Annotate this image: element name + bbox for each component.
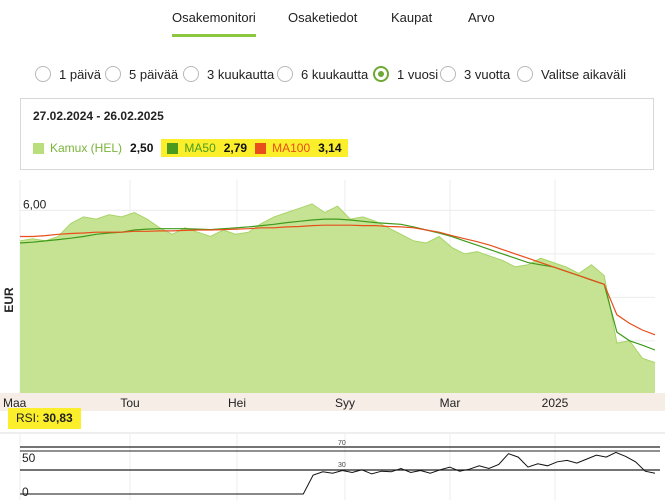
radio-button[interactable] <box>35 66 51 82</box>
x-tick-label: 2025 <box>542 396 569 410</box>
period-3-years[interactable]: 3 vuotta <box>440 66 510 82</box>
rsi-tick-label: 0 <box>22 485 29 499</box>
price-chart[interactable]: 2,003,004,005,006,00EURMaaTouHeiSyyMar20… <box>0 175 665 411</box>
radio-button[interactable] <box>277 66 293 82</box>
period-label: 6 kuukautta <box>301 66 369 82</box>
x-tick-label: Syy <box>335 396 355 410</box>
x-tick-label: Hei <box>228 396 246 410</box>
highlighted-ma-values: MA50 2,79 MA100 3,14 <box>161 139 348 157</box>
legend-swatch-ma100 <box>255 142 267 154</box>
period-label: 3 vuotta <box>464 66 511 82</box>
legend-label-ma100[interactable]: MA100 <box>272 141 310 155</box>
radio-button[interactable] <box>105 66 121 82</box>
tab-osakemonitori[interactable]: Osakemonitori <box>172 10 256 37</box>
chart-info-box: 27.02.2024 - 26.02.2025 Kamux (HEL) 2,50… <box>20 98 654 170</box>
legend-value-ma100: 3,14 <box>318 141 342 155</box>
y-axis-title: EUR <box>2 287 16 313</box>
period-6-months[interactable]: 6 kuukautta <box>277 66 368 82</box>
period-3-months[interactable]: 3 kuukautta <box>183 66 274 82</box>
x-tick-label: Tou <box>120 396 139 410</box>
period-label: 3 kuukautta <box>207 66 275 82</box>
period-label: 1 päivä <box>59 66 101 82</box>
x-tick-label: Mar <box>440 396 461 410</box>
y-tick-label: 6,00 <box>23 197 47 211</box>
tab-kaupat[interactable]: Kaupat <box>391 10 432 25</box>
legend-label-ma50[interactable]: MA50 <box>184 141 215 155</box>
rsi-chart[interactable]: 50 0 70 30 <box>0 420 665 500</box>
date-range: 27.02.2024 - 26.02.2025 <box>33 109 164 123</box>
radio-button[interactable] <box>183 66 199 82</box>
radio-button[interactable] <box>440 66 456 82</box>
period-custom[interactable]: Valitse aikaväli <box>517 66 626 82</box>
period-5-days[interactable]: 5 päivää <box>105 66 178 82</box>
rsi-tick-label: 50 <box>22 451 36 465</box>
legend-swatch-ma50 <box>167 142 179 154</box>
tab-arvo[interactable]: Arvo <box>468 10 495 25</box>
chart-legend: Kamux (HEL) 2,50 MA50 2,79 MA100 3,14 <box>33 139 348 157</box>
period-1-day[interactable]: 1 päivä <box>35 66 101 82</box>
period-label: 1 vuosi <box>397 66 439 82</box>
rsi-level-label: 70 <box>338 440 346 447</box>
period-label: 5 päivää <box>129 66 179 82</box>
rsi-line <box>20 451 656 495</box>
radio-button-selected[interactable] <box>373 66 389 82</box>
legend-label-kamux[interactable]: Kamux (HEL) <box>50 141 122 155</box>
radio-button[interactable] <box>517 66 533 82</box>
legend-swatch-kamux <box>33 142 44 154</box>
legend-value-kamux: 2,50 <box>130 141 154 155</box>
tab-osaketiedot[interactable]: Osaketiedot <box>288 10 357 25</box>
period-label: Valitse aikaväli <box>541 66 627 82</box>
rsi-level-label: 30 <box>338 462 346 469</box>
tab-bar: Osakemonitori Osaketiedot Kaupat Arvo <box>0 0 665 40</box>
legend-value-ma50: 2,79 <box>223 141 248 155</box>
period-1-year[interactable]: 1 vuosi <box>373 66 438 82</box>
